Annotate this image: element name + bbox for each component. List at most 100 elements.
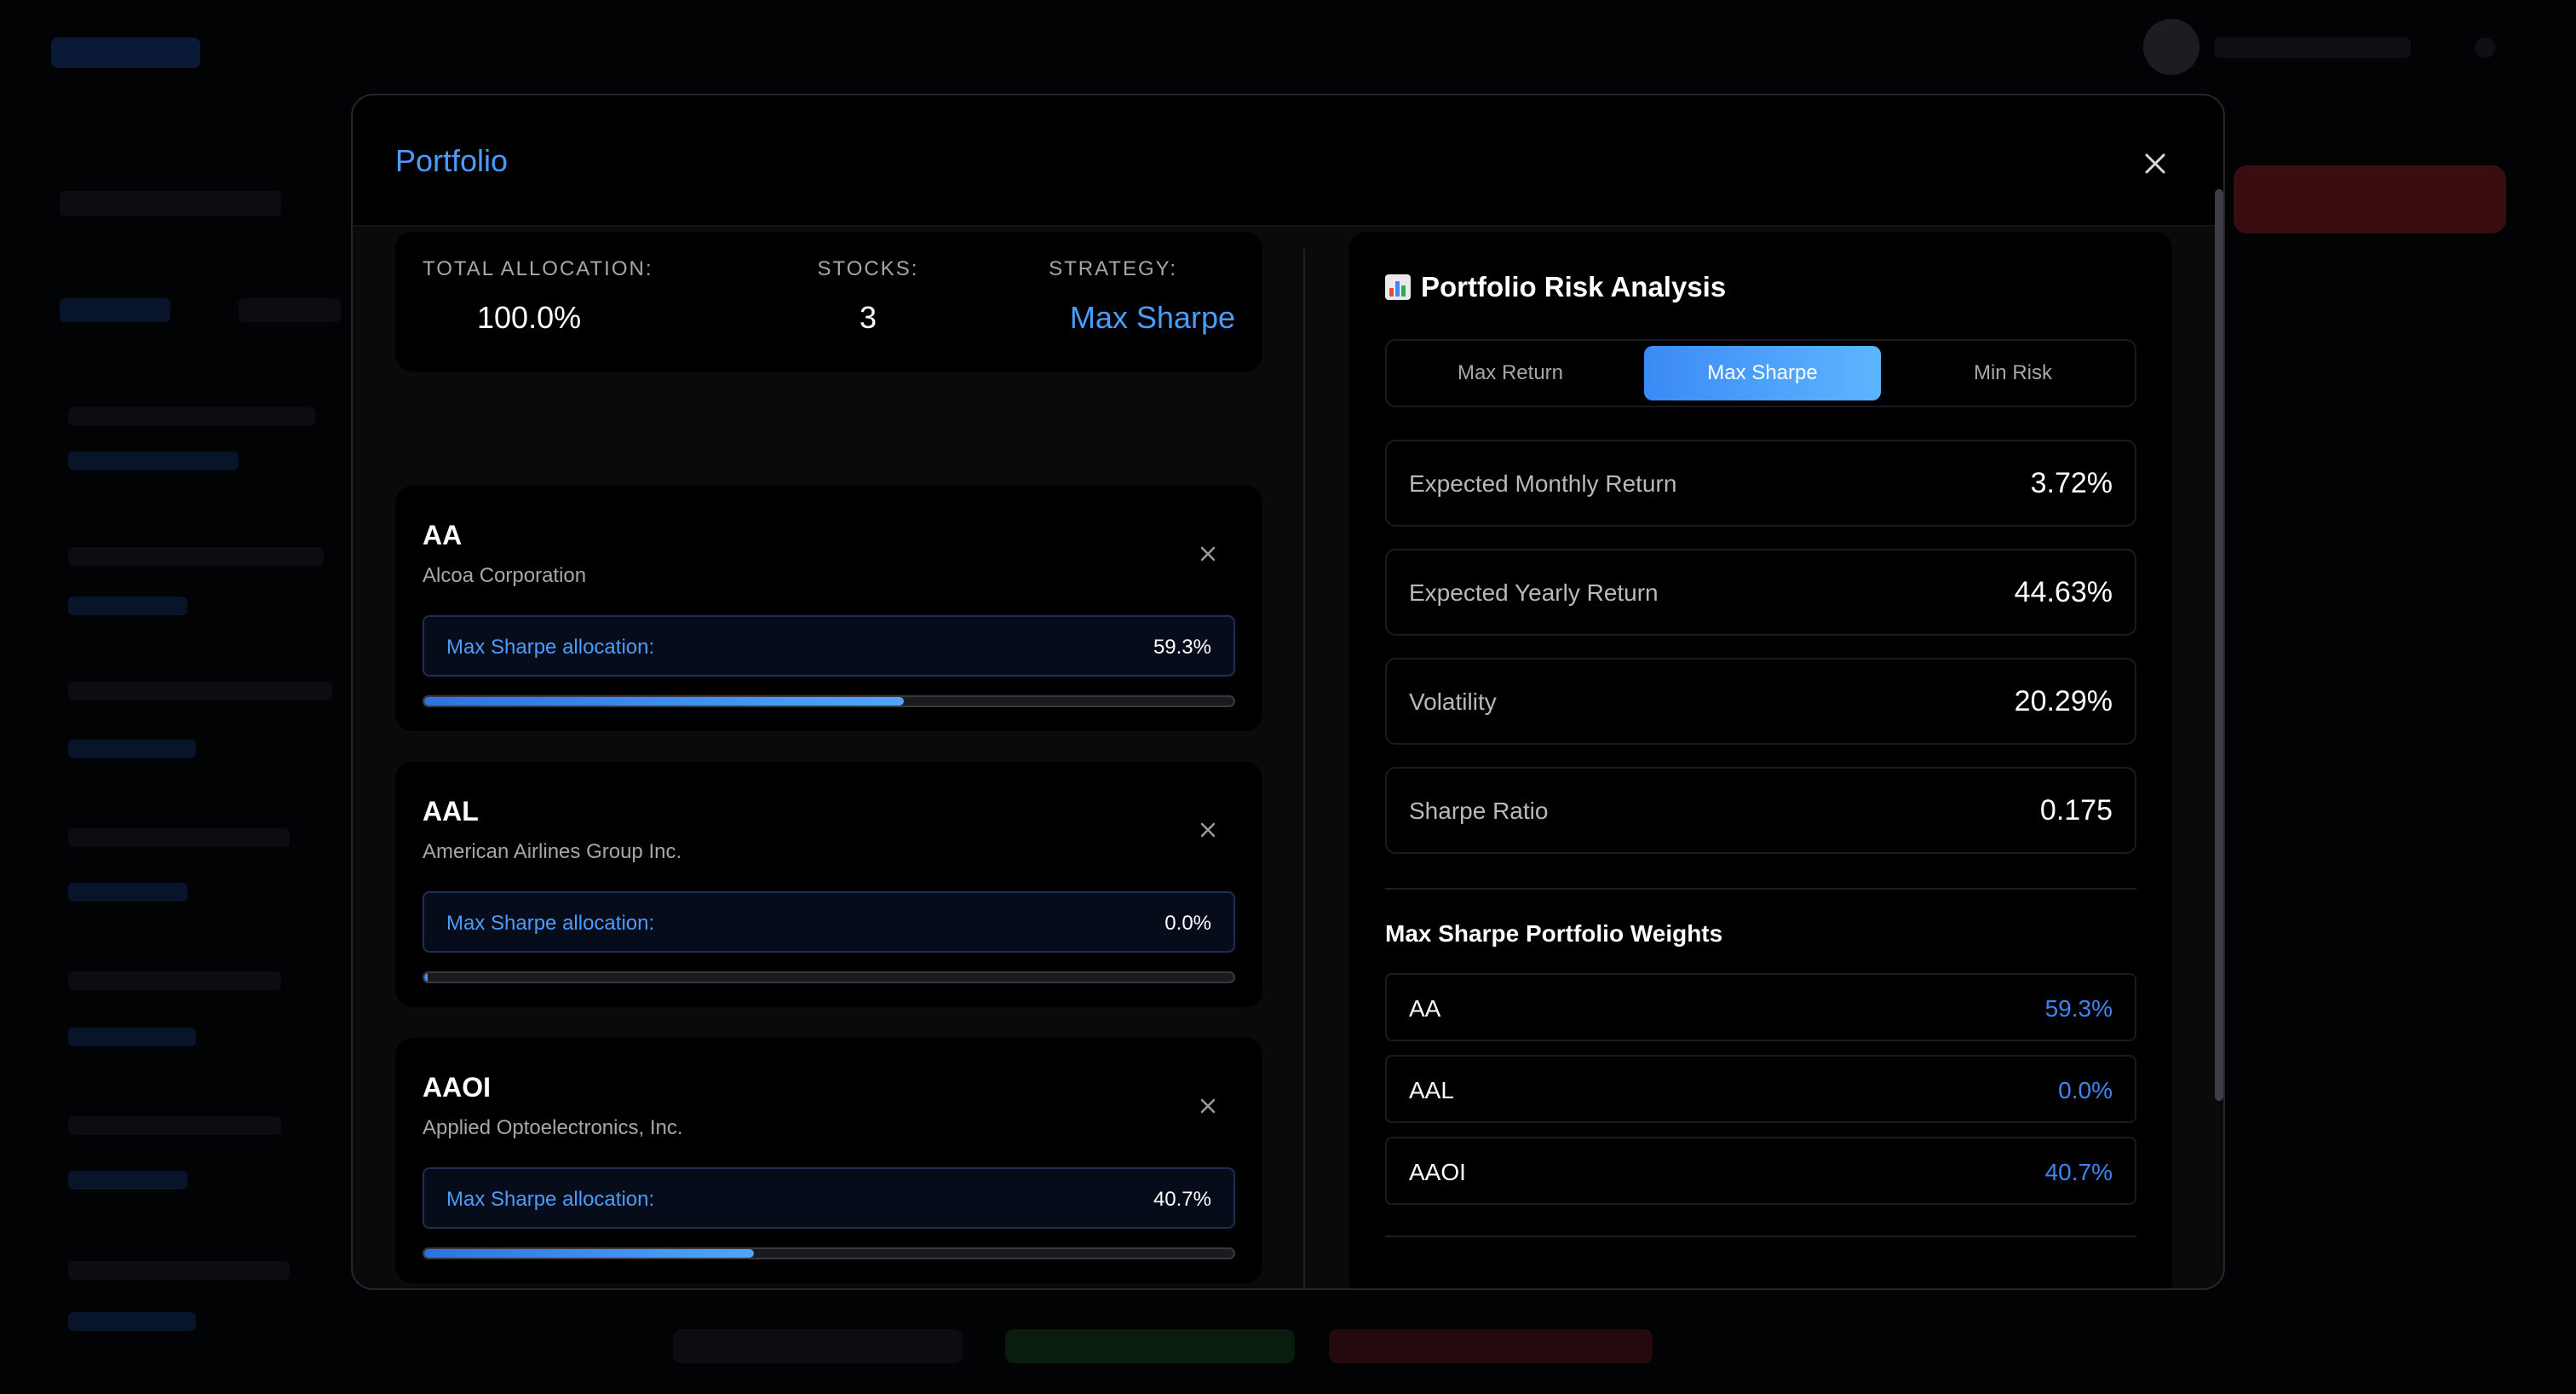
strategy-value: Max Sharpe (1069, 300, 1235, 335)
background-list-row (68, 547, 324, 566)
weight-row: AA 59.3% (1385, 973, 2136, 1041)
background-list-row (68, 452, 239, 470)
stock-ticker: AAL (423, 796, 479, 827)
background-logo (51, 37, 200, 68)
section-divider (1385, 1236, 2136, 1237)
stock-ticker: AA (423, 520, 463, 550)
allocation-box: Max Sharpe allocation: 40.7% (423, 1167, 1235, 1229)
background-footer-item (1329, 1329, 1653, 1363)
background-list-row (68, 1116, 281, 1135)
weight-value: 40.7% (2044, 1159, 2113, 1185)
risk-analysis-title-text: Portfolio Risk Analysis (1421, 271, 1727, 302)
background-action-button (2234, 165, 2506, 233)
modal-scrollbar[interactable] (2215, 189, 2223, 1101)
stocks-count: STOCKS: 3 (804, 257, 932, 336)
metric-label: Expected Monthly Return (1409, 470, 1677, 497)
total-allocation-label: TOTAL ALLOCATION: (423, 257, 653, 280)
modal-header: Portfolio (353, 95, 2223, 227)
tab-min-risk[interactable]: Min Risk (1895, 346, 2131, 400)
background-list-row (68, 407, 315, 426)
metric-row: Expected Yearly Return 44.63% (1385, 549, 2136, 636)
background-list-row (68, 740, 196, 758)
background-list-row (68, 1171, 187, 1190)
allocation-bar (423, 971, 1235, 983)
allocation-box: Max Sharpe allocation: 0.0% (423, 891, 1235, 953)
weight-value: 59.3% (2044, 995, 2113, 1022)
metric-value: 0.175 (2039, 794, 2113, 827)
background-list-row (68, 682, 332, 700)
weight-ticker: AAL (1409, 1077, 1454, 1103)
metric-value: 20.29% (2014, 685, 2113, 717)
stock-ticker: AAOI (423, 1072, 491, 1103)
allocation-bar-fill (424, 697, 905, 706)
weight-row: AAL 0.0% (1385, 1055, 2136, 1123)
close-icon[interactable] (2138, 147, 2172, 181)
portfolio-modal: Portfolio TOTAL ALLOCATION: 100.0% STOCK… (351, 94, 2225, 1290)
background-avatar (2143, 19, 2199, 75)
background-user-menu (2215, 37, 2411, 58)
allocation-label: Max Sharpe allocation: (446, 636, 655, 659)
metric-label: Sharpe Ratio (1409, 798, 1549, 824)
strategy-tabs: Max Return Max Sharpe Min Risk (1385, 339, 2136, 407)
portfolio-summary: TOTAL ALLOCATION: 100.0% STOCKS: 3 STRAT… (395, 232, 1262, 372)
weight-ticker: AA (1409, 995, 1441, 1022)
background-list-row (68, 1261, 290, 1280)
weights-title: Max Sharpe Portfolio Weights (1385, 920, 1723, 947)
weight-value: 0.0% (2058, 1077, 2113, 1103)
strategy: STRATEGY: Max Sharpe (1049, 257, 1235, 336)
allocation-bar (423, 695, 1235, 707)
allocation-value: 0.0% (1164, 912, 1211, 935)
background-list-row (68, 971, 281, 990)
background-list-row (68, 1312, 196, 1331)
weight-ticker: AAOI (1409, 1159, 1466, 1185)
stock-name: Alcoa Corporation (423, 564, 587, 587)
metric-row: Expected Monthly Return 3.72% (1385, 440, 2136, 527)
total-allocation-value: 100.0% (477, 300, 582, 335)
total-allocation: TOTAL ALLOCATION: 100.0% (423, 257, 653, 336)
risk-analysis-panel: Portfolio Risk Analysis Max Return Max S… (1349, 232, 2172, 1288)
allocation-label: Max Sharpe allocation: (446, 1188, 655, 1211)
allocation-bar-fill (424, 973, 428, 982)
section-divider (1385, 888, 2136, 890)
remove-stock-icon[interactable] (1196, 818, 1220, 842)
column-divider (1303, 249, 1305, 1288)
background-list-row (68, 828, 290, 847)
metric-label: Volatility (1409, 688, 1497, 715)
allocation-value: 40.7% (1153, 1188, 1211, 1211)
weight-row: AAOI 40.7% (1385, 1137, 2136, 1205)
stock-name: Applied Optoelectronics, Inc. (423, 1116, 683, 1139)
metric-row: Sharpe Ratio 0.175 (1385, 767, 2136, 854)
metric-value: 3.72% (2030, 467, 2113, 499)
metric-label: Expected Yearly Return (1409, 579, 1659, 606)
metric-value: 44.63% (2014, 576, 2113, 608)
background-footer-item (673, 1329, 963, 1363)
background-list-row (68, 883, 187, 901)
allocation-value: 59.3% (1153, 636, 1211, 659)
background-list-row (68, 1028, 196, 1046)
stock-card: AAL American Airlines Group Inc. Max Sha… (395, 762, 1262, 1007)
metric-row: Volatility 20.29% (1385, 658, 2136, 745)
remove-stock-icon[interactable] (1196, 1094, 1220, 1118)
background-footer-item (1005, 1329, 1295, 1363)
allocation-bar (423, 1247, 1235, 1259)
allocation-bar-fill (424, 1249, 754, 1258)
background-tab (60, 298, 170, 322)
background-menu-icon (2475, 37, 2495, 58)
risk-analysis-title: Portfolio Risk Analysis (1385, 271, 1726, 303)
stock-card: AA Alcoa Corporation Max Sharpe allocati… (395, 486, 1262, 731)
stock-card: AAOI Applied Optoelectronics, Inc. Max S… (395, 1038, 1262, 1283)
allocation-box: Max Sharpe allocation: 59.3% (423, 615, 1235, 677)
allocation-label: Max Sharpe allocation: (446, 912, 655, 935)
strategy-label: STRATEGY: (1049, 257, 1177, 280)
bar-chart-icon (1385, 274, 1411, 300)
remove-stock-icon[interactable] (1196, 542, 1220, 566)
stock-name: American Airlines Group Inc. (423, 840, 682, 863)
tab-max-sharpe[interactable]: Max Sharpe (1644, 346, 1881, 400)
background-list-row (68, 596, 187, 615)
modal-title: Portfolio (395, 143, 509, 178)
background-tab (239, 298, 341, 322)
stocks-label: STOCKS: (817, 257, 919, 280)
stocks-value: 3 (859, 300, 877, 335)
tab-max-return[interactable]: Max Return (1392, 346, 1629, 400)
background-heading (60, 191, 281, 216)
